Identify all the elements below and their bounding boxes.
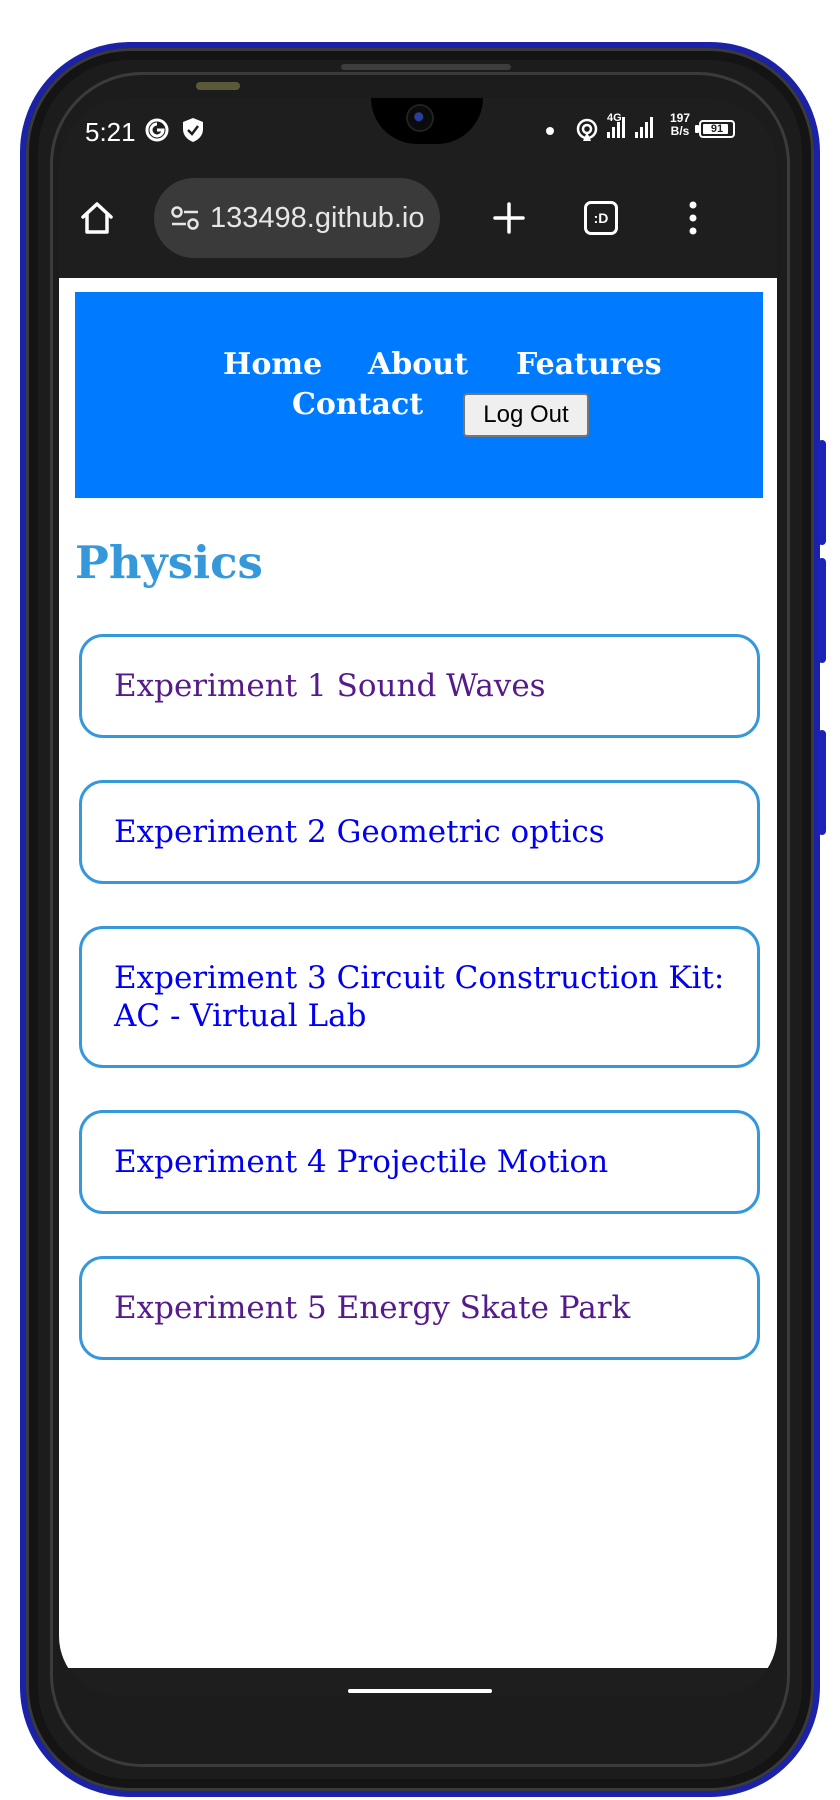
status-time: 5:21 xyxy=(85,117,136,147)
experiment-card-1[interactable]: Experiment 1 Sound Waves xyxy=(79,634,760,738)
nav-link-features[interactable]: Features xyxy=(516,347,662,382)
new-tab-button[interactable] xyxy=(479,188,539,248)
data-saver-icon xyxy=(143,116,171,144)
battery-icon: 91 xyxy=(699,120,735,138)
site-settings-icon[interactable] xyxy=(168,200,204,236)
power-button[interactable] xyxy=(818,730,826,835)
experiment-card-2[interactable]: Experiment 2 Geometric optics xyxy=(79,780,760,884)
web-content: Home About Features Contact Log Out Phys… xyxy=(59,278,777,1668)
hotspot-icon xyxy=(573,116,601,144)
volume-down-button[interactable] xyxy=(818,558,826,663)
experiment-card-4[interactable]: Experiment 4 Projectile Motion xyxy=(79,1110,760,1214)
home-gesture-bar[interactable] xyxy=(348,1689,492,1693)
front-camera xyxy=(408,106,432,130)
browser-toolbar: 133498.github.io :D xyxy=(59,158,777,278)
experiment-card-5[interactable]: Experiment 5 Energy Skate Park xyxy=(79,1256,760,1360)
site-header: Home About Features Contact Log Out xyxy=(75,292,763,498)
browser-menu-button[interactable] xyxy=(663,188,723,248)
shield-icon xyxy=(179,116,207,144)
home-button[interactable] xyxy=(67,188,127,248)
nav-link-home[interactable]: Home xyxy=(223,347,322,382)
nav-link-about[interactable]: About xyxy=(368,347,468,382)
logout-button[interactable]: Log Out xyxy=(463,393,589,437)
tab-switcher-button[interactable]: :D xyxy=(571,188,631,248)
experiment-link-5[interactable]: Experiment 5 Energy Skate Park xyxy=(114,1289,630,1327)
earpiece-grille xyxy=(341,64,511,70)
cellular-signal-icon: 4G xyxy=(607,112,667,142)
network-speed: 197 B/s xyxy=(670,112,690,138)
experiment-link-1[interactable]: Experiment 1 Sound Waves xyxy=(114,667,546,705)
experiment-link-2[interactable]: Experiment 2 Geometric optics xyxy=(114,813,605,851)
plus-icon xyxy=(493,202,525,234)
address-bar[interactable]: 133498.github.io xyxy=(154,178,440,258)
battery-level: 91 xyxy=(710,123,724,135)
phone-screen: 5:21 4G 197 B/s 91 133498.github.io:D H… xyxy=(59,98,777,1696)
proximity-sensor xyxy=(196,82,240,90)
tab-count-icon: :D xyxy=(584,201,618,235)
more-vertical-icon xyxy=(689,201,697,235)
notification-dot-icon xyxy=(546,127,554,135)
url-text: 133498.github.io xyxy=(210,201,425,234)
network-speed-unit: B/s xyxy=(670,124,690,138)
experiment-card-3[interactable]: Experiment 3 Circuit Construction Kit: A… xyxy=(79,926,760,1068)
page-title: Physics xyxy=(75,536,263,589)
nav-link-contact[interactable]: Contact xyxy=(292,387,423,422)
volume-up-button[interactable] xyxy=(818,440,826,545)
experiment-link-3[interactable]: Experiment 3 Circuit Construction Kit: A… xyxy=(114,959,725,1035)
experiment-link-4[interactable]: Experiment 4 Projectile Motion xyxy=(114,1143,608,1181)
home-icon xyxy=(81,202,113,234)
